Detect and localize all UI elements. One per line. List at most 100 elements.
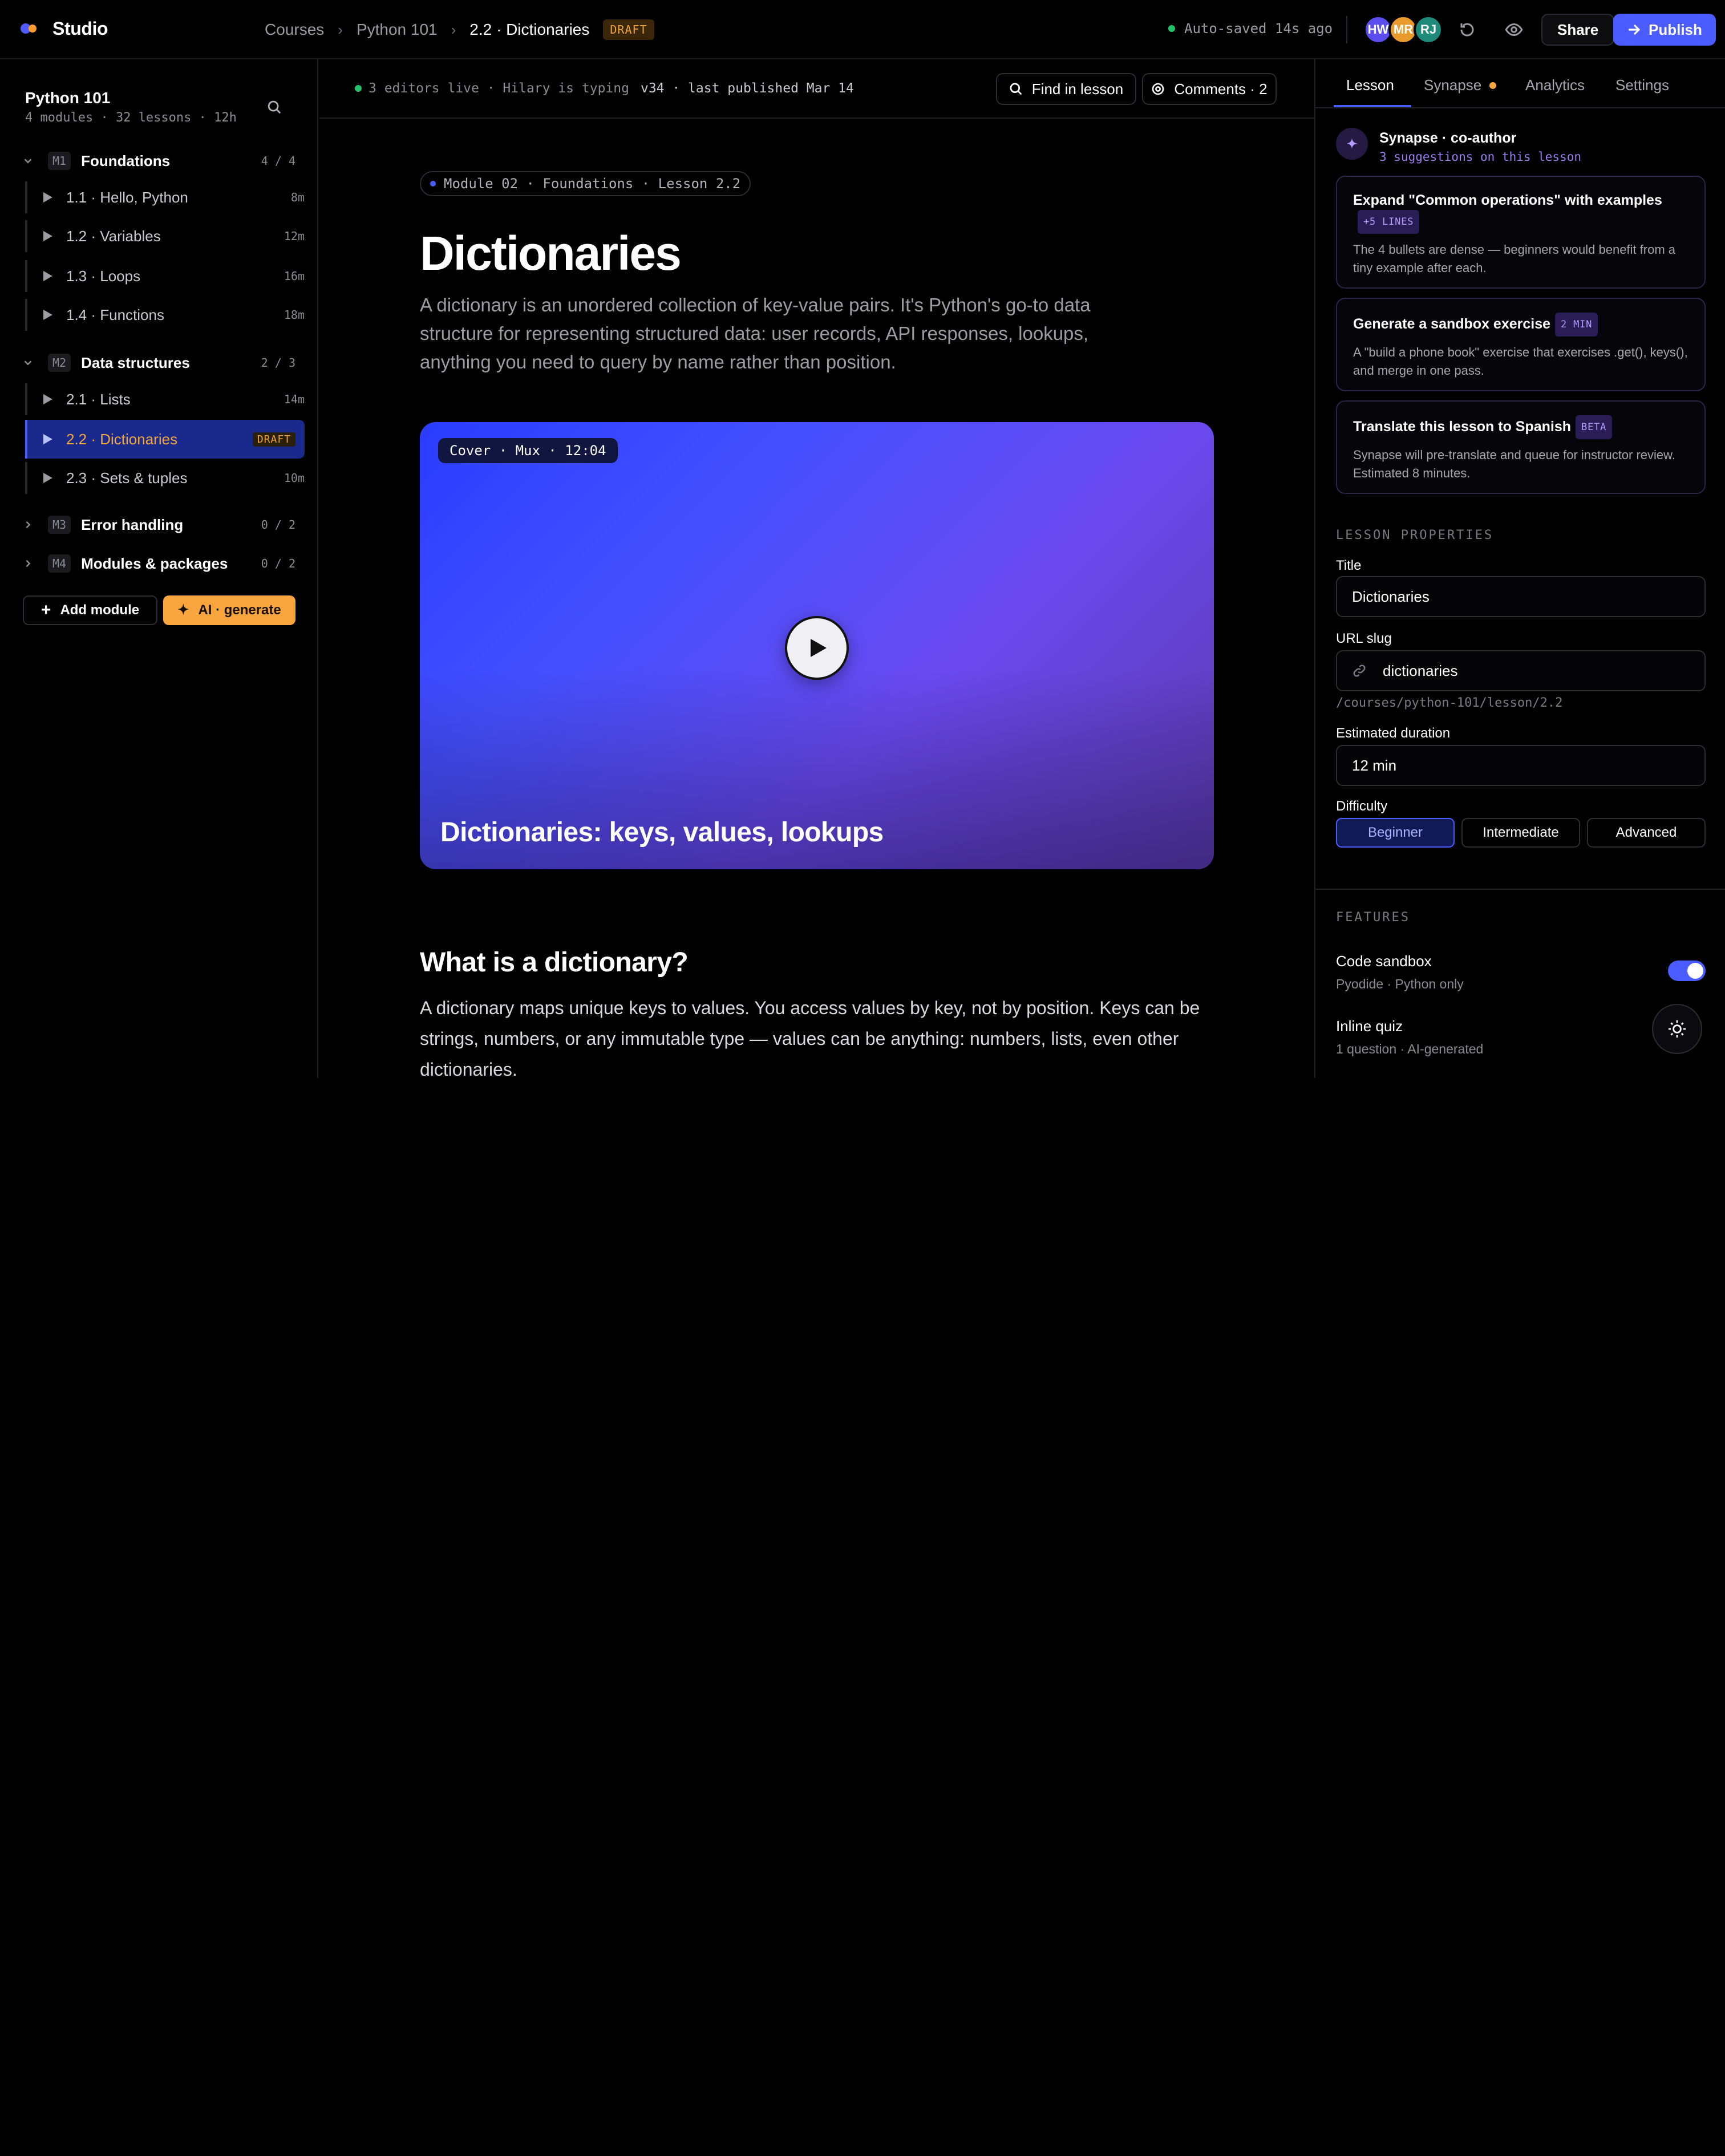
studio-app: Studio Courses › Python 101 › 2.2 · Dict…	[0, 0, 1725, 1078]
cover-caption: Dictionaries: keys, values, lookups	[440, 817, 884, 848]
presence-status: 3 editors live · Hilary is typing v34 · …	[355, 81, 854, 96]
play-icon	[43, 231, 52, 241]
avatar[interactable]: RJ	[1414, 15, 1443, 44]
eye-icon[interactable]	[1500, 16, 1528, 43]
lesson-item[interactable]: 1.2 · Variables 12m	[25, 220, 305, 252]
suggestion-tag: BETA	[1576, 415, 1613, 439]
ai-generate-button[interactable]: ✦ AI · generate	[163, 595, 295, 625]
tab-synapse[interactable]: Synapse	[1424, 76, 1497, 94]
synapse-title: Synapse · co-author	[1379, 130, 1517, 146]
theme-toggle-button[interactable]	[1652, 1004, 1702, 1054]
module-foundations[interactable]: M1 Foundations 4 / 4	[23, 149, 297, 172]
slug-path: /courses/python-101/lesson/2.2	[1336, 696, 1563, 710]
comments-label: Comments · 2	[1174, 80, 1268, 98]
lesson-item[interactable]: 2.1 · Lists 14m	[25, 383, 305, 415]
comment-icon	[1151, 82, 1165, 96]
title-value: Dictionaries	[1352, 587, 1430, 605]
chevron-right-icon	[23, 558, 37, 569]
title-label: Title	[1336, 558, 1362, 573]
lesson-item[interactable]: 1.3 · Loops 16m	[25, 260, 305, 292]
module-progress: 4 / 4	[261, 154, 295, 168]
course-title: Python 101	[25, 89, 111, 107]
lesson-duration: 18m	[284, 308, 305, 322]
sparkle-icon: ✦	[177, 602, 189, 618]
suggestion-title-text: Translate this lesson to Spanish	[1353, 419, 1572, 435]
tab-lesson[interactable]: Lesson	[1346, 76, 1394, 94]
tab-synapse-label: Synapse	[1424, 76, 1482, 94]
lesson-item-active[interactable]: 2.2 · Dictionaries DRAFT	[25, 420, 305, 459]
lesson-item[interactable]: 1.1 · Hello, Python 8m	[25, 181, 305, 213]
add-module-label: Add module	[60, 602, 140, 618]
play-icon	[43, 310, 52, 320]
suggestion-title: Expand "Common operations" with examples…	[1353, 191, 1688, 234]
studio-logo-icon	[21, 19, 41, 39]
divider	[1346, 16, 1347, 43]
play-icon	[43, 192, 52, 202]
lesson-item[interactable]: 2.3 · Sets & tuples 10m	[25, 462, 305, 494]
top-bar: Studio Courses › Python 101 › 2.2 · Dict…	[0, 0, 1725, 59]
collaborator-avatars: HW MR RJ	[1363, 15, 1443, 44]
duration-field[interactable]: 12 min	[1336, 745, 1706, 786]
draft-badge: DRAFT	[252, 432, 295, 447]
module-tag: M3	[48, 516, 71, 534]
play-button[interactable]	[785, 616, 849, 680]
play-icon	[43, 271, 52, 281]
tab-settings[interactable]: Settings	[1615, 76, 1669, 94]
suggestion-title: Generate a sandbox exercise 2 MIN	[1353, 313, 1688, 337]
search-icon[interactable]	[267, 98, 282, 119]
lesson-intro[interactable]: A dictionary is an unordered collection …	[420, 291, 1127, 376]
lesson-duration: 12m	[284, 229, 305, 243]
difficulty-beginner[interactable]: Beginner	[1336, 818, 1455, 848]
suggestion-tag: 2 MIN	[1555, 313, 1598, 337]
autosave-text: Auto-saved 14s ago	[1184, 21, 1333, 37]
lesson-label: 2.2 · Dictionaries	[66, 430, 178, 448]
lesson-label: 1.1 · Hello, Python	[66, 188, 188, 206]
publish-button[interactable]: Publish	[1613, 14, 1716, 46]
module-error-handling[interactable]: M3 Error handling 0 / 2	[23, 513, 297, 536]
title-field[interactable]: Dictionaries	[1336, 576, 1706, 617]
lesson-item[interactable]: 1.4 · Functions 18m	[25, 299, 305, 331]
difficulty-advanced[interactable]: Advanced	[1587, 818, 1706, 848]
find-in-lesson-button[interactable]: Find in lesson	[996, 73, 1136, 105]
module-breadcrumb-pill: Module 02 · Foundations · Lesson 2.2	[420, 171, 751, 196]
ai-generate-label: AI · generate	[198, 602, 281, 618]
live-dot-icon	[355, 85, 362, 92]
suggestion-card[interactable]: Expand "Common operations" with examples…	[1336, 176, 1706, 289]
suggestion-body: The 4 bullets are dense — beginners woul…	[1353, 242, 1675, 275]
slug-value: dictionaries	[1383, 662, 1458, 679]
section-heading[interactable]: What is a dictionary?	[420, 947, 689, 978]
lesson-duration: 14m	[284, 392, 305, 406]
find-label: Find in lesson	[1031, 80, 1124, 98]
breadcrumb-courses[interactable]: Courses	[265, 21, 324, 39]
suggestion-card[interactable]: Generate a sandbox exercise 2 MIN A "buil…	[1336, 298, 1706, 391]
chevron-right-icon: ›	[338, 21, 343, 38]
section-paragraph[interactable]: A dictionary maps unique keys to values.…	[420, 992, 1232, 1078]
suggestion-card[interactable]: Translate this lesson to Spanish BETA Syn…	[1336, 400, 1706, 494]
module-data-structures[interactable]: M2 Data structures 2 / 3	[23, 351, 297, 374]
synapse-header: ✦ Synapse · co-author 3 suggestions on t…	[1336, 128, 1581, 164]
slug-field[interactable]: dictionaries	[1336, 650, 1706, 691]
breadcrumb-course[interactable]: Python 101	[357, 21, 438, 39]
share-button[interactable]: Share	[1541, 14, 1615, 46]
tab-analytics[interactable]: Analytics	[1525, 76, 1585, 94]
live-dot-icon	[1168, 25, 1175, 32]
lesson-editor: 3 editors live · Hilary is typing v34 · …	[319, 59, 1314, 1078]
module-name: Data structures	[81, 354, 190, 371]
version-text: v34 · last published Mar 14	[640, 81, 854, 96]
code-sandbox-toggle[interactable]	[1668, 961, 1706, 981]
module-modules-packages[interactable]: M4 Modules & packages 0 / 2	[23, 552, 297, 575]
cover-video[interactable]: Cover · Mux · 12:04 Dictionaries: keys, …	[420, 422, 1214, 869]
add-module-button[interactable]: + Add module	[23, 595, 157, 625]
difficulty-intermediate[interactable]: Intermediate	[1461, 818, 1580, 848]
play-icon	[811, 639, 827, 657]
history-icon[interactable]	[1453, 16, 1481, 43]
duration-label: Estimated duration	[1336, 726, 1451, 741]
app-logo[interactable]: Studio	[21, 18, 108, 39]
feature-subtitle: 1 question · AI-generated	[1336, 1041, 1484, 1056]
lesson-label: 2.1 · Lists	[66, 390, 131, 408]
lesson-title[interactable]: Dictionaries	[420, 226, 682, 281]
module-name: Foundations	[81, 152, 171, 169]
chevron-right-icon: ›	[451, 21, 456, 38]
comments-button[interactable]: Comments · 2	[1142, 73, 1277, 105]
module-progress: 0 / 2	[261, 518, 295, 532]
